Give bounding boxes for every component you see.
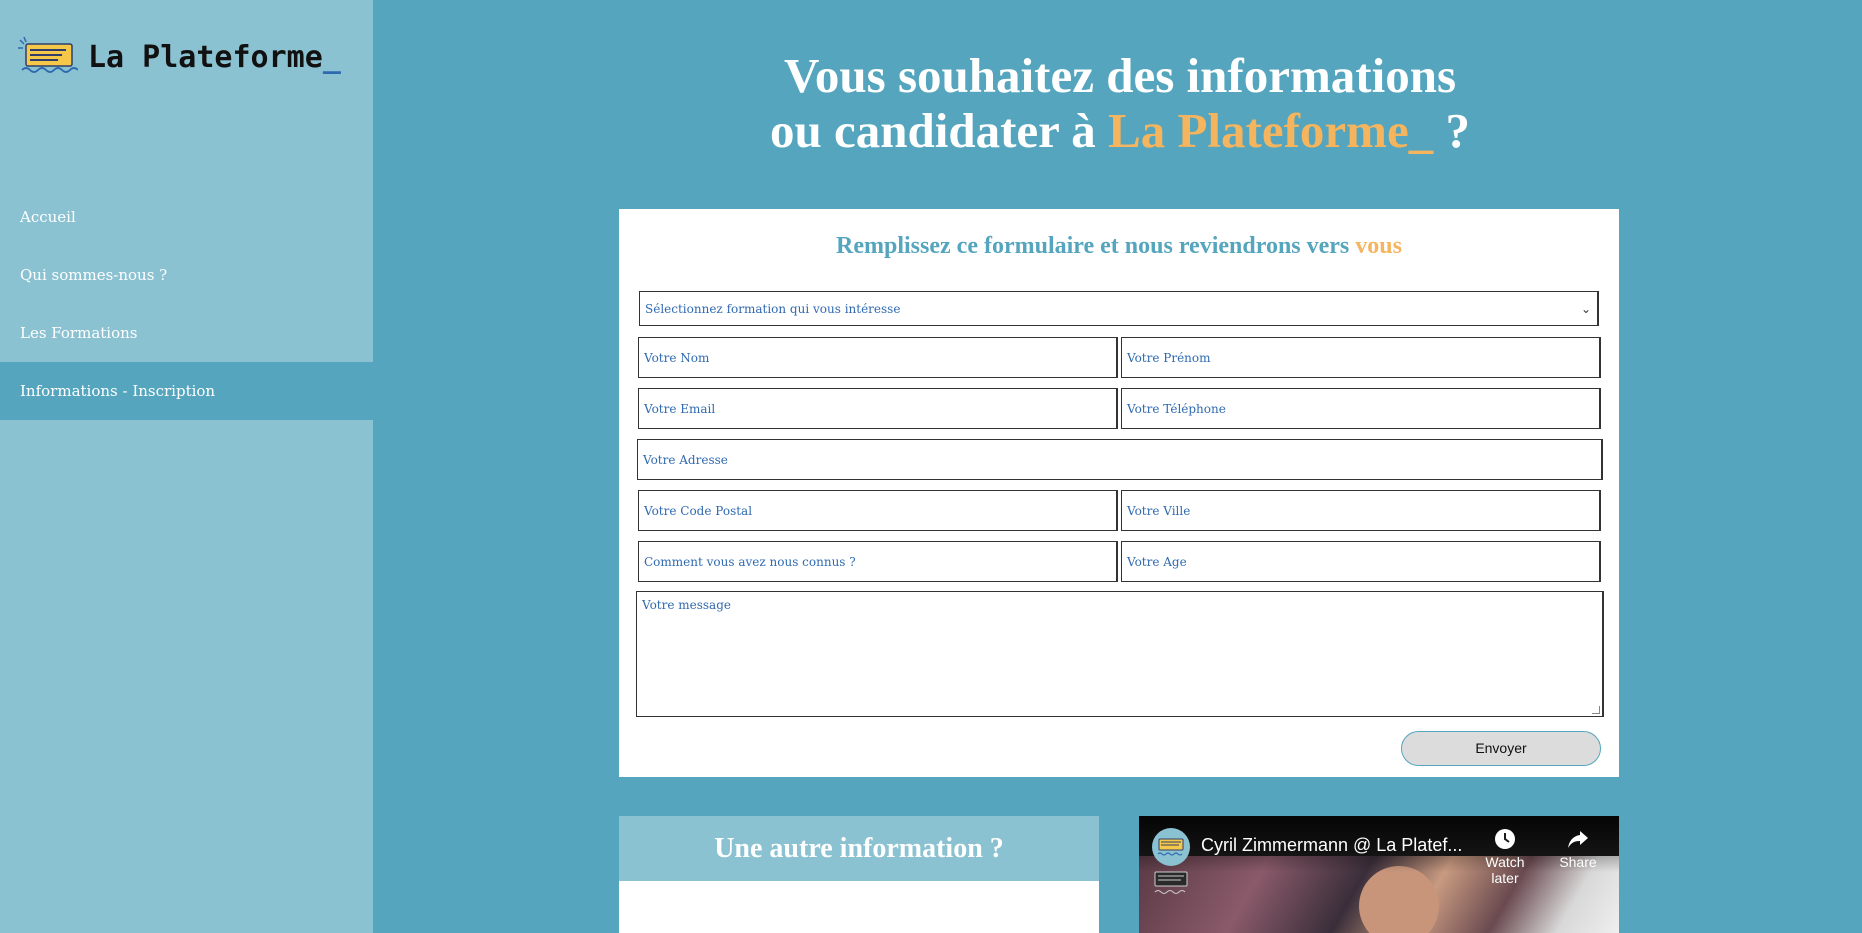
telephone-input[interactable]: Votre Téléphone: [1121, 388, 1601, 429]
email-input[interactable]: Votre Email: [638, 388, 1118, 429]
sidebar-item-formations[interactable]: Les Formations: [0, 304, 373, 362]
chevron-down-icon: ⌄: [1580, 301, 1591, 316]
formation-select[interactable]: Sélectionnez formation qui vous intéress…: [639, 291, 1599, 326]
message-textarea[interactable]: Votre message: [636, 591, 1604, 717]
contact-form: Remplissez ce formulaire et nous reviend…: [619, 209, 1619, 777]
channel-avatar[interactable]: [1152, 828, 1190, 866]
info-card-title: Une autre information ?: [619, 816, 1099, 881]
form-title: Remplissez ce formulaire et nous reviend…: [836, 233, 1402, 259]
youtube-video-embed[interactable]: Cyril Zimmermann @ La Platef... Watch la…: [1139, 816, 1619, 933]
la-plateforme-logo-icon: [18, 36, 78, 73]
headline-line2-suffix: ?: [1433, 103, 1471, 158]
headline-line1: Vous souhaitez des informations: [783, 48, 1457, 103]
sidebar: La Plateforme_ Accueil Qui sommes-nous ?…: [0, 0, 373, 933]
source-input[interactable]: Comment vous avez nous connus ?: [638, 541, 1118, 582]
channel-logo-icon: [1157, 838, 1184, 856]
sidebar-item-accueil[interactable]: Accueil: [0, 188, 373, 246]
share-button[interactable]: Share: [1548, 828, 1608, 870]
page-headline: Vous souhaitez des informations ou candi…: [720, 48, 1520, 158]
headline-line2-prefix: ou candidater à: [770, 103, 1109, 158]
info-card: Une autre information ?: [619, 816, 1099, 933]
sidebar-item-informations-inscription[interactable]: Informations - Inscription: [0, 362, 373, 420]
formation-select-value: Sélectionnez formation qui vous intéress…: [645, 301, 901, 316]
video-overlay-logo-icon: [1154, 871, 1188, 894]
sidebar-nav: Accueil Qui sommes-nous ? Les Formations…: [0, 188, 373, 420]
message-placeholder: Votre message: [642, 598, 731, 612]
code-postal-input[interactable]: Votre Code Postal: [638, 490, 1118, 531]
share-label: Share: [1559, 854, 1597, 870]
sidebar-item-qui-sommes-nous[interactable]: Qui sommes-nous ?: [0, 246, 373, 304]
watch-later-label: Watch later: [1485, 854, 1525, 886]
logo[interactable]: La Plateforme_: [18, 36, 341, 78]
share-icon: [1568, 831, 1588, 848]
age-input[interactable]: Votre Age: [1121, 541, 1601, 582]
ville-input[interactable]: Votre Ville: [1121, 490, 1601, 531]
headline-brand: La Plateforme_: [1108, 103, 1434, 158]
send-button[interactable]: Envoyer: [1401, 731, 1601, 766]
resize-handle-icon[interactable]: [1592, 706, 1600, 714]
adresse-input[interactable]: Votre Adresse: [637, 439, 1603, 480]
logo-text: La Plateforme_: [88, 39, 341, 75]
prenom-input[interactable]: Votre Prénom: [1121, 337, 1601, 378]
watch-later-button[interactable]: Watch later: [1475, 828, 1535, 886]
clock-icon: [1495, 829, 1515, 849]
nom-input[interactable]: Votre Nom: [638, 337, 1118, 378]
video-title[interactable]: Cyril Zimmermann @ La Platef...: [1201, 835, 1462, 856]
